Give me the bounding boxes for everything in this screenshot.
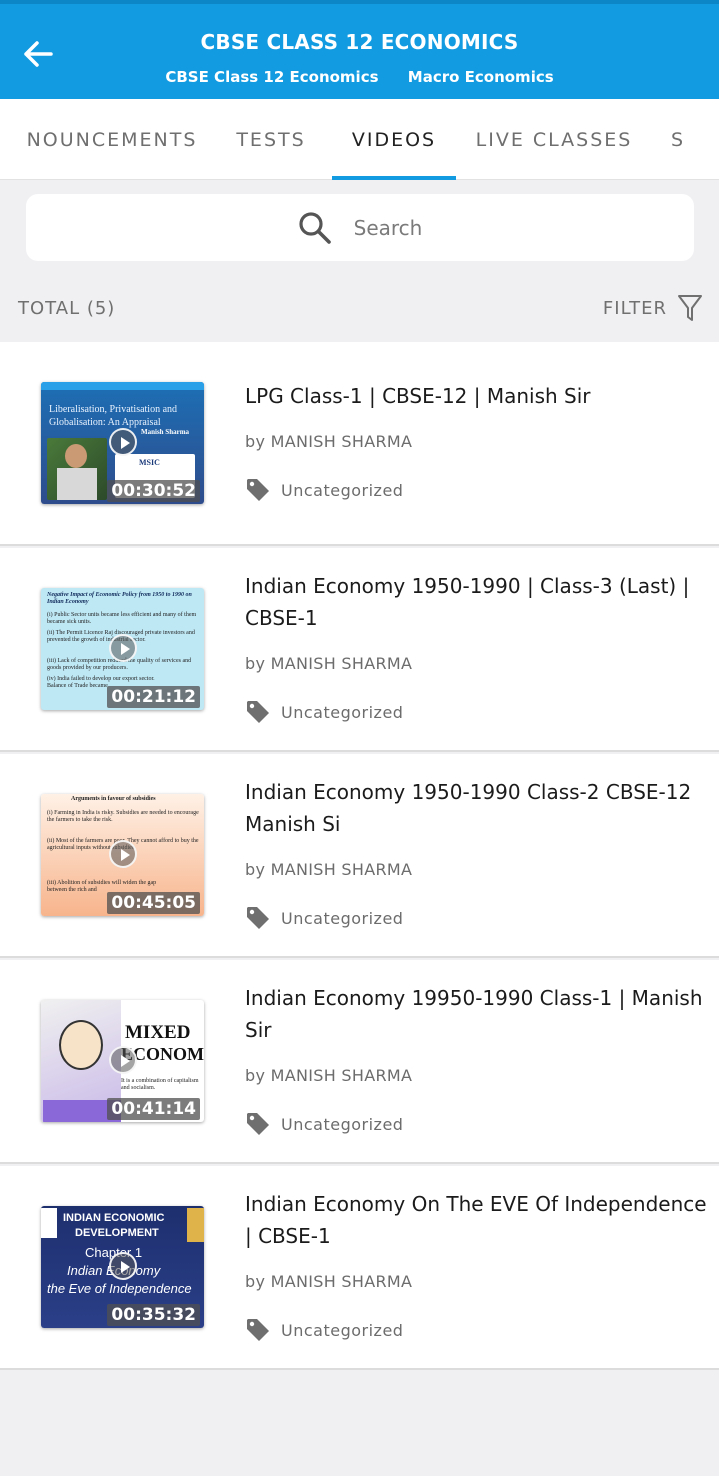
breadcrumb-subject[interactable]: Macro Economics — [408, 68, 554, 86]
tag-icon — [247, 1113, 269, 1135]
logo — [41, 1208, 57, 1238]
play-icon — [109, 840, 137, 868]
filter-label: FILTER — [602, 297, 667, 319]
play-icon — [109, 634, 137, 662]
app-header: CBSE CLASS 12 ECONOMICS CBSE Class 12 Ec… — [0, 0, 719, 99]
video-thumbnail[interactable]: Arguments in favour of subsidies (i) Far… — [41, 794, 204, 916]
video-category: Uncategorized — [245, 477, 403, 503]
video-thumbnail[interactable]: Liberalisation, Privatisation and Global… — [41, 382, 204, 504]
video-card[interactable]: Liberalisation, Privatisation and Global… — [0, 342, 719, 546]
video-category: Uncategorized — [245, 699, 403, 725]
play-icon — [109, 428, 137, 456]
thumbnail-text: Liberalisation, Privatisation and — [49, 404, 178, 415]
presenter-photo — [187, 1208, 204, 1242]
video-duration: 00:41:14 — [107, 1098, 200, 1120]
video-duration: 00:45:05 — [107, 892, 200, 914]
video-author: by MANISH SHARMA — [245, 1272, 413, 1291]
thumbnail-text: INDIAN ECONOMIC — [63, 1212, 165, 1224]
video-duration: 00:21:12 — [107, 686, 200, 708]
thumbnail-text: (i) Farming in India is risky. Subsidies… — [47, 810, 199, 823]
video-title[interactable]: Indian Economy 1950-1990 Class-2 CBSE-12… — [245, 776, 707, 840]
tag-icon — [247, 907, 269, 929]
video-thumbnail[interactable]: INDIAN ECONOMIC DEVELOPMENT Chapter 1 In… — [41, 1206, 204, 1328]
tab-live-classes[interactable]: LIVE CLASSES — [470, 99, 638, 179]
thumbnail-text: Manish Sharma — [141, 428, 190, 436]
video-category: Uncategorized — [245, 1111, 403, 1137]
video-category: Uncategorized — [245, 1317, 403, 1343]
tag-icon — [247, 1319, 269, 1341]
play-icon — [109, 1252, 137, 1280]
video-card[interactable]: MIXED ECONOMY It is a combination of cap… — [0, 960, 719, 1164]
video-author: by MANISH SHARMA — [245, 1066, 413, 1085]
video-title[interactable]: Indian Economy On The EVE Of Independenc… — [245, 1188, 707, 1252]
header-title: CBSE CLASS 12 ECONOMICS — [200, 30, 519, 54]
total-count: TOTAL (5) — [18, 298, 116, 319]
video-title[interactable]: Indian Economy 19950-1990 Class-1 | Mani… — [245, 982, 707, 1046]
tab-videos[interactable]: VIDEOS — [332, 99, 456, 179]
video-category: Uncategorized — [245, 905, 403, 931]
category-label: Uncategorized — [281, 1320, 404, 1340]
header-subtitle: CBSE Class 12 Economics Macro Economics — [0, 68, 719, 86]
tag-icon — [247, 479, 269, 501]
video-card[interactable]: Arguments in favour of subsidies (i) Far… — [0, 754, 719, 958]
video-author: by MANISH SHARMA — [245, 654, 413, 673]
search-icon — [299, 211, 331, 244]
category-label: Uncategorized — [281, 480, 404, 500]
tag-icon — [247, 701, 269, 723]
tab-bar: NOUNCEMENTS TESTS VIDEOS LIVE CLASSES S — [0, 99, 719, 180]
video-card[interactable]: INDIAN ECONOMIC DEVELOPMENT Chapter 1 In… — [0, 1166, 719, 1370]
thumbnail-text: Arguments in favour of subsidies — [71, 796, 156, 802]
category-label: Uncategorized — [281, 1114, 404, 1134]
video-title[interactable]: Indian Economy 1950-1990 | Class-3 (Last… — [245, 570, 707, 634]
video-title[interactable]: LPG Class-1 | CBSE-12 | Manish Sir — [245, 380, 707, 412]
search-input[interactable]: Search — [354, 216, 423, 240]
thumbnail-text: Negative Impact of Economic Policy from … — [47, 592, 192, 605]
play-icon — [109, 1046, 137, 1074]
thumbnail-text: Globalisation: An Appraisal — [49, 417, 161, 428]
filter-button[interactable]: FILTER — [603, 294, 703, 322]
breadcrumb-course[interactable]: CBSE Class 12 Economics — [165, 68, 378, 86]
presenter-photo — [47, 438, 107, 500]
active-tab-indicator — [332, 176, 456, 180]
video-card[interactable]: Negative Impact of Economic Policy from … — [0, 548, 719, 752]
thumbnail-text: MIXED — [125, 1022, 191, 1043]
video-thumbnail[interactable]: Negative Impact of Economic Policy from … — [41, 588, 204, 710]
video-thumbnail[interactable]: MIXED ECONOMY It is a combination of cap… — [41, 1000, 204, 1122]
video-duration: 00:30:52 — [107, 480, 200, 502]
video-duration: 00:35:32 — [107, 1304, 200, 1326]
video-author: by MANISH SHARMA — [245, 432, 413, 451]
search-bar[interactable]: Search — [26, 194, 694, 261]
thumbnail-text: (i) Public Sector units became less effi… — [47, 612, 197, 625]
video-author: by MANISH SHARMA — [245, 860, 413, 879]
category-label: Uncategorized — [281, 908, 404, 928]
thumbnail-text: the Eve of Independence — [47, 1282, 192, 1296]
tab-tests[interactable]: TESTS — [226, 99, 316, 179]
thumbnail-text: It is a combination of capitalism and so… — [121, 1078, 199, 1091]
tab-announcements[interactable]: NOUNCEMENTS — [27, 99, 196, 179]
category-label: Uncategorized — [281, 702, 404, 722]
filter-icon — [678, 295, 702, 321]
tab-more[interactable]: S — [660, 99, 696, 179]
thumbnail-text: DEVELOPMENT — [75, 1227, 159, 1239]
